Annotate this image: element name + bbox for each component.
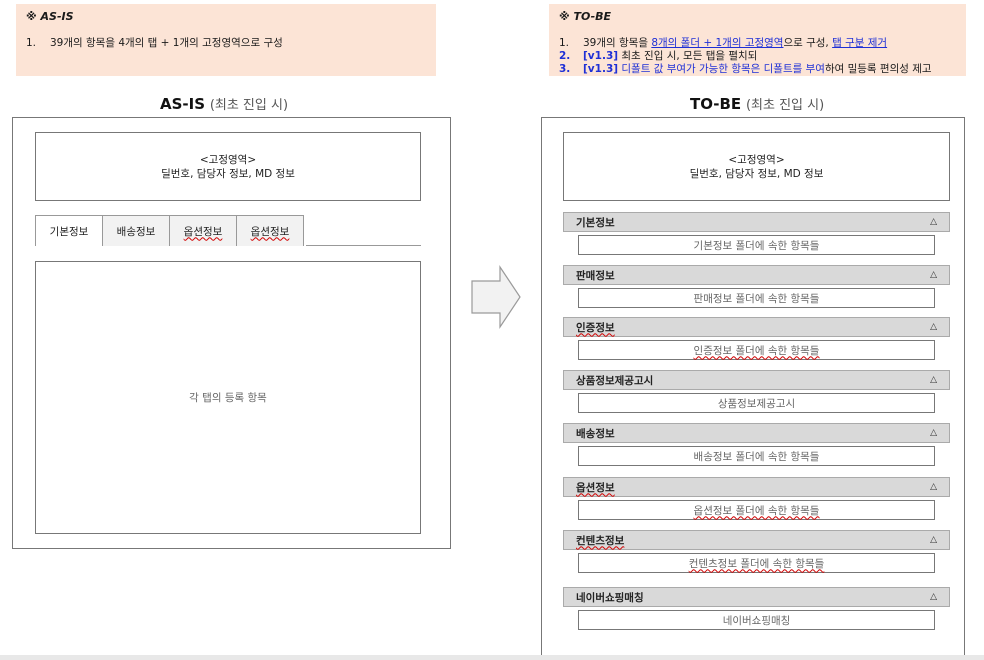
right-arrow-icon bbox=[471, 265, 521, 329]
collapse-triangle-icon[interactable]: △ bbox=[930, 592, 937, 602]
folder-item: 인증정보 폴더에 속한 항목들 bbox=[578, 340, 935, 360]
collapse-triangle-icon[interactable]: △ bbox=[930, 217, 937, 227]
asis-heading-title: AS-IS bbox=[160, 95, 206, 113]
asis-tab-content: 각 탭의 등록 항목 bbox=[35, 261, 421, 534]
folder-certification-info: 인증정보 △ 인증정보 폴더에 속한 항목들 bbox=[563, 317, 950, 360]
asis-tab-content-text: 각 탭의 등록 항목 bbox=[189, 392, 267, 404]
folder-header[interactable]: 인증정보 △ bbox=[563, 317, 950, 337]
asis-note-panel: ※ AS-IS 1. 39개의 항목을 4개의 탭 + 1개의 고정영역으로 구성 bbox=[16, 4, 436, 76]
folder-item-text: 컨텐츠정보 폴더에 속한 항목들 bbox=[688, 557, 825, 570]
folder-header[interactable]: 네이버쇼핑매칭 △ bbox=[563, 587, 950, 607]
folder-header[interactable]: 판매정보 △ bbox=[563, 265, 950, 285]
folder-title: 인증정보 bbox=[576, 321, 615, 334]
asis-note-item-number: 1. bbox=[26, 37, 37, 49]
folder-header[interactable]: 컨텐츠정보 △ bbox=[563, 530, 950, 550]
tab-bar-baseline bbox=[306, 245, 421, 246]
folder-item: 기본정보 폴더에 속한 항목들 bbox=[578, 235, 935, 255]
asis-fixed-area: <고정영역> 딜번호, 담당자 정보, MD 정보 bbox=[35, 132, 421, 201]
asis-note-item-1: 1. 39개의 항목을 4개의 탭 + 1개의 고정영역으로 구성 bbox=[26, 35, 283, 50]
folder-item: 판매정보 폴더에 속한 항목들 bbox=[578, 288, 935, 308]
folder-title: 배송정보 bbox=[576, 427, 615, 440]
tobe-note-item-1-text-c: 으로 구성, bbox=[783, 37, 833, 49]
tab-option-info[interactable]: 옵션정보 bbox=[169, 215, 237, 246]
tab-option-info-2[interactable]: 옵션정보 bbox=[236, 215, 304, 246]
folder-header[interactable]: 배송정보 △ bbox=[563, 423, 950, 443]
tobe-note-item-3: 3. [v1.3] 디폴트 값 부여가 가능한 항목은 디폴트를 부여하여 밀등록… bbox=[559, 61, 932, 76]
tobe-note-item-3-number: 3. bbox=[559, 63, 571, 75]
tobe-note-item-3-tag: [v1.3] bbox=[583, 63, 619, 75]
tobe-fixed-area-desc: 딜번호, 담당자 정보, MD 정보 bbox=[689, 168, 824, 180]
tobe-fixed-area-title: <고정영역> bbox=[728, 154, 785, 166]
tobe-heading-title: TO-BE bbox=[690, 95, 742, 113]
folder-title: 네이버쇼핑매칭 bbox=[576, 591, 644, 604]
folder-product-notice: 상품정보제공고시 △ 상품정보제공고시 bbox=[563, 370, 950, 413]
folder-item-text: 옵션정보 폴더에 속한 항목들 bbox=[693, 504, 820, 517]
folder-title: 기본정보 bbox=[576, 216, 615, 229]
collapse-triangle-icon[interactable]: △ bbox=[930, 482, 937, 492]
folder-title: 상품정보제공고시 bbox=[576, 374, 654, 387]
tab-option-info-2-label: 옵션정보 bbox=[250, 225, 290, 238]
folder-item: 컨텐츠정보 폴더에 속한 항목들 bbox=[578, 553, 935, 573]
asis-fixed-area-desc: 딜번호, 담당자 정보, MD 정보 bbox=[161, 168, 295, 180]
folder-shipping-info: 배송정보 △ 배송정보 폴더에 속한 항목들 bbox=[563, 423, 950, 466]
tab-shipping-info[interactable]: 배송정보 bbox=[102, 215, 170, 246]
asis-note-item-text: 39개의 항목을 4개의 탭 + 1개의 고정영역으로 구성 bbox=[50, 37, 283, 49]
folder-basic-info: 기본정보 △ 기본정보 폴더에 속한 항목들 bbox=[563, 212, 950, 255]
folder-title: 컨텐츠정보 bbox=[576, 534, 625, 547]
folder-title: 옵션정보 bbox=[576, 481, 615, 494]
collapse-triangle-icon[interactable]: △ bbox=[930, 428, 937, 438]
asis-tab-bar: 기본정보 배송정보 옵션정보 옵션정보 bbox=[35, 215, 304, 246]
asis-heading: AS-IS (최초 진입 시) bbox=[160, 94, 288, 113]
folder-item: 네이버쇼핑매칭 bbox=[578, 610, 935, 630]
tobe-note-item-3-text-b: 하여 밀등록 편의성 제고 bbox=[824, 63, 932, 75]
folder-header[interactable]: 상품정보제공고시 △ bbox=[563, 370, 950, 390]
folder-sales-info: 판매정보 △ 판매정보 폴더에 속한 항목들 bbox=[563, 265, 950, 308]
folder-item: 배송정보 폴더에 속한 항목들 bbox=[578, 446, 935, 466]
tab-option-info-label: 옵션정보 bbox=[183, 225, 223, 238]
collapse-triangle-icon[interactable]: △ bbox=[930, 535, 937, 545]
folder-naver-shopping-matching: 네이버쇼핑매칭 △ 네이버쇼핑매칭 bbox=[563, 587, 950, 630]
asis-fixed-area-title: <고정영역> bbox=[199, 154, 257, 166]
tobe-heading: TO-BE (최초 진입 시) bbox=[690, 94, 824, 113]
folder-item: 상품정보제공고시 bbox=[578, 393, 935, 413]
tobe-fixed-area: <고정영역> 딜번호, 담당자 정보, MD 정보 bbox=[563, 132, 950, 201]
collapse-triangle-icon[interactable]: △ bbox=[930, 375, 937, 385]
asis-note-title: ※ AS-IS bbox=[26, 10, 74, 23]
tobe-note-item-1-highlight-2: 탭 구분 제거 bbox=[832, 37, 888, 49]
folder-item: 옵션정보 폴더에 속한 항목들 bbox=[578, 500, 935, 520]
collapse-triangle-icon[interactable]: △ bbox=[930, 322, 937, 332]
tobe-note-panel: ※ TO-BE 1. 39개의 항목을 8개의 폴더 + 1개의 고정영역으로 구… bbox=[549, 4, 966, 76]
tab-basic-info[interactable]: 기본정보 bbox=[35, 215, 103, 246]
bottom-scroll-strip bbox=[0, 655, 984, 660]
folder-title: 판매정보 bbox=[576, 269, 615, 282]
tobe-note-item-3-text-a: 디폴트 값 부여가 가능한 항목은 디폴트를 부여 bbox=[618, 63, 825, 75]
folder-header[interactable]: 옵션정보 △ bbox=[563, 477, 950, 497]
asis-heading-subtitle: (최초 진입 시) bbox=[209, 98, 289, 113]
folder-option-info: 옵션정보 △ 옵션정보 폴더에 속한 항목들 bbox=[563, 477, 950, 520]
folder-header[interactable]: 기본정보 △ bbox=[563, 212, 950, 232]
collapse-triangle-icon[interactable]: △ bbox=[930, 270, 937, 280]
folder-item-text: 인증정보 폴더에 속한 항목들 bbox=[693, 344, 820, 357]
tobe-note-title: ※ TO-BE bbox=[559, 10, 612, 23]
tobe-heading-subtitle: (최초 진입 시) bbox=[745, 98, 825, 113]
folder-content-info: 컨텐츠정보 △ 컨텐츠정보 폴더에 속한 항목들 bbox=[563, 530, 950, 573]
